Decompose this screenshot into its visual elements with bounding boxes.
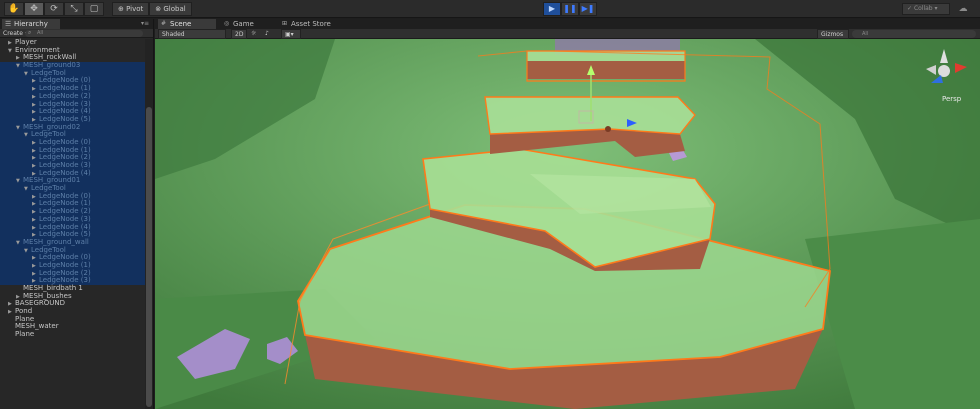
tab-asset-store[interactable]: ⊞ Asset Store xyxy=(279,19,339,29)
pause-icon[interactable]: ❚❚ xyxy=(561,2,579,16)
ground-top-side xyxy=(527,61,685,79)
effects-dropdown[interactable]: ▣▾ xyxy=(281,29,301,39)
hierarchy-panel: ☰ Hierarchy ▾≡ Create ▾ ⌕ All ▶Player▼En… xyxy=(0,19,154,409)
rotate-tool-icon[interactable]: ⟳ xyxy=(44,2,64,16)
scene-search-input[interactable]: All xyxy=(852,30,976,38)
lighting-icon[interactable]: ☼ xyxy=(251,29,261,39)
scene-tabbar: # Scene ◎ Game ⊞ Asset Store xyxy=(155,19,980,29)
hierarchy-search-placeholder: All xyxy=(37,30,44,36)
scene-viewport[interactable]: Persp xyxy=(155,39,980,409)
hierarchy-scroll-thumb[interactable] xyxy=(146,107,152,407)
tab-label: Game xyxy=(233,20,254,28)
pivot-button[interactable]: ⊕ Pivot xyxy=(112,2,150,16)
scene-search-placeholder: All xyxy=(862,31,869,37)
tab-icon: ⊞ xyxy=(282,20,288,27)
transform-tools: ✋ ✥ ⟳ ⤡ ▢ xyxy=(4,2,104,16)
hierarchy-row[interactable]: ▼ MESH_ground02 xyxy=(0,123,145,132)
hierarchy-search-input[interactable]: ⌕ All xyxy=(25,29,143,37)
hand-tool-icon[interactable]: ✋ xyxy=(4,2,24,16)
create-label: Create xyxy=(3,30,23,37)
ground03-top xyxy=(485,97,695,134)
tab-scene[interactable]: # Scene xyxy=(158,19,216,29)
tab-label: Asset Store xyxy=(291,20,331,28)
global-label: Global xyxy=(163,5,186,13)
node-marker[interactable] xyxy=(605,126,611,132)
2d-label: 2D xyxy=(235,31,244,38)
audio-icon[interactable]: ♪ xyxy=(265,29,275,39)
gizmos-label: Gizmos xyxy=(821,31,844,38)
play-controls: ▶ ❚❚ ▶❚ xyxy=(543,2,597,16)
hierarchy-row-label: Plane xyxy=(15,330,35,339)
tab-game[interactable]: ◎ Game xyxy=(221,19,275,29)
search-icon: ⌕ xyxy=(28,29,32,36)
pivot-toggles: ⊕ Pivot ⊗ Global xyxy=(112,2,192,16)
hierarchy-row[interactable]: Plane xyxy=(0,330,145,339)
list-icon: ☰ xyxy=(5,20,12,28)
hierarchy-tree: ▶ Player ▼ Environment ▶ MESH_rockWall ▼ MESH_g… xyxy=(0,38,145,339)
global-button[interactable]: ⊗ Global xyxy=(149,2,192,16)
orientation-center[interactable] xyxy=(938,65,950,77)
hierarchy-row[interactable]: MESH_birdbath 1 xyxy=(0,284,145,293)
play-icon[interactable]: ▶ xyxy=(543,2,561,16)
main-toolbar: ✋ ✥ ⟳ ⤡ ▢ ⊕ Pivot ⊗ Global ▶ ❚❚ ▶❚ ✓ Col… xyxy=(0,0,980,18)
collab-label: Collab xyxy=(913,5,933,12)
gizmos-dropdown[interactable]: Gizmos ▾ xyxy=(817,29,849,48)
shading-mode-dropdown[interactable]: Shaded xyxy=(158,29,226,39)
hierarchy-search-row: Create ▾ ⌕ All xyxy=(0,29,153,38)
hierarchy-row[interactable]: ▼ MESH_ground01 xyxy=(0,177,145,186)
collab-button[interactable]: ✓ Collab ▾ xyxy=(902,3,950,15)
step-icon[interactable]: ▶❚ xyxy=(579,2,597,16)
scene-render xyxy=(155,39,980,409)
2d-toggle[interactable]: 2D xyxy=(231,29,247,39)
scale-tool-icon[interactable]: ⤡ xyxy=(64,2,84,16)
hierarchy-row[interactable]: ▼ MESH_ground03 xyxy=(0,61,145,70)
hierarchy-tab-label: Hierarchy xyxy=(14,20,48,28)
move-tool-icon[interactable]: ✥ xyxy=(24,2,44,16)
scene-toolbar: Shaded 2D ☼ ♪ ▣▾ Gizmos ▾ All xyxy=(155,29,980,48)
panel-options-icon[interactable]: ▾≡ xyxy=(141,19,149,29)
tab-hierarchy[interactable]: ☰ Hierarchy xyxy=(2,19,60,29)
hierarchy-tabbar: ☰ Hierarchy ▾≡ xyxy=(0,19,153,29)
rect-tool-icon[interactable]: ▢ xyxy=(84,2,104,16)
tab-icon: ◎ xyxy=(224,20,230,27)
hierarchy-scrollbar[interactable] xyxy=(145,39,153,409)
pivot-label: Pivot xyxy=(126,5,144,13)
tab-icon: # xyxy=(161,20,167,27)
shading-mode-label: Shaded xyxy=(162,31,185,38)
tab-label: Scene xyxy=(170,20,192,28)
cloud-icon[interactable]: ☁ xyxy=(955,3,971,15)
hierarchy-row[interactable]: ▼ MESH_ground_wall xyxy=(0,238,145,247)
projection-label[interactable]: Persp xyxy=(942,95,961,103)
projection-text: Persp xyxy=(942,95,962,103)
